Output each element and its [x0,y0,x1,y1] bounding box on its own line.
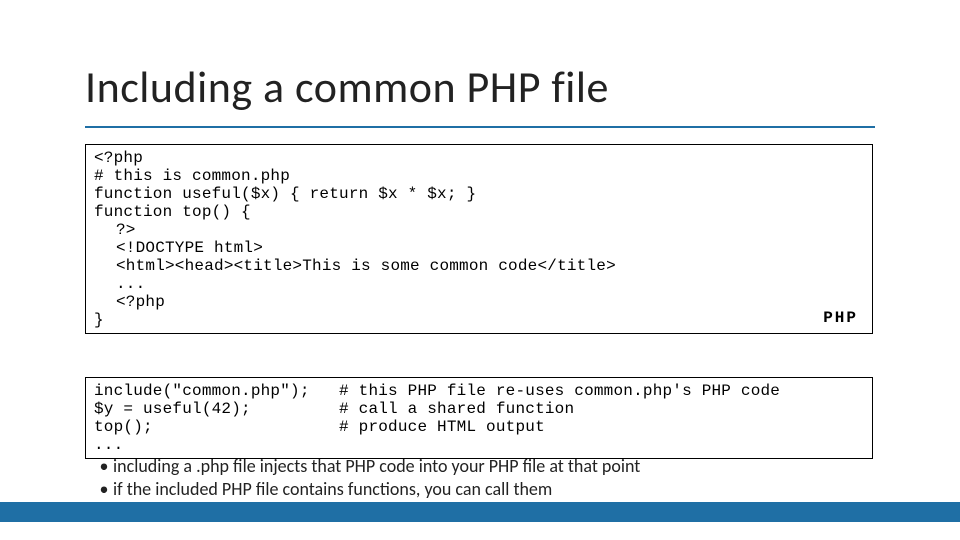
bullet-text: including a .php file injects that PHP c… [113,455,640,478]
slide: Including a common PHP file <?php # this… [0,0,960,540]
code-content-1: <?php # this is common.php function usef… [86,145,872,333]
title-underline [85,126,875,128]
bullet-text: if the included PHP file contains functi… [113,478,552,501]
slide-title: Including a common PHP file [85,60,609,114]
bullet-dot-icon: • [95,478,113,501]
code-line: <?php [94,293,864,311]
code-line: <?php [94,149,143,167]
code-block-common-php: <?php # this is common.php function usef… [85,144,873,334]
code-line: function top() { [94,203,251,221]
footer-accent-bar [0,502,960,522]
code-line: } [94,311,104,329]
code-line: ?> [94,221,864,239]
language-label: PHP [823,309,858,327]
code-content-2: include("common.php"); # this PHP file r… [86,378,872,458]
code-line: function useful($x) { return $x * $x; } [94,185,476,203]
code-block-usage: include("common.php"); # this PHP file r… [85,377,873,459]
bullet-item: • including a .php file injects that PHP… [95,455,875,478]
code-line: <html><head><title>This is some common c… [94,257,864,275]
code-line: ... [94,275,864,293]
bullet-list: • including a .php file injects that PHP… [95,455,875,501]
code-line: ... [94,436,123,454]
bullet-dot-icon: • [95,455,113,478]
code-line: $y = useful(42); # call a shared functio… [94,400,574,418]
code-line: # this is common.php [94,167,290,185]
code-line: include("common.php"); # this PHP file r… [94,382,780,400]
code-line: top(); # produce HTML output [94,418,545,436]
code-line: <!DOCTYPE html> [94,239,864,257]
bullet-item: • if the included PHP file contains func… [95,478,875,501]
